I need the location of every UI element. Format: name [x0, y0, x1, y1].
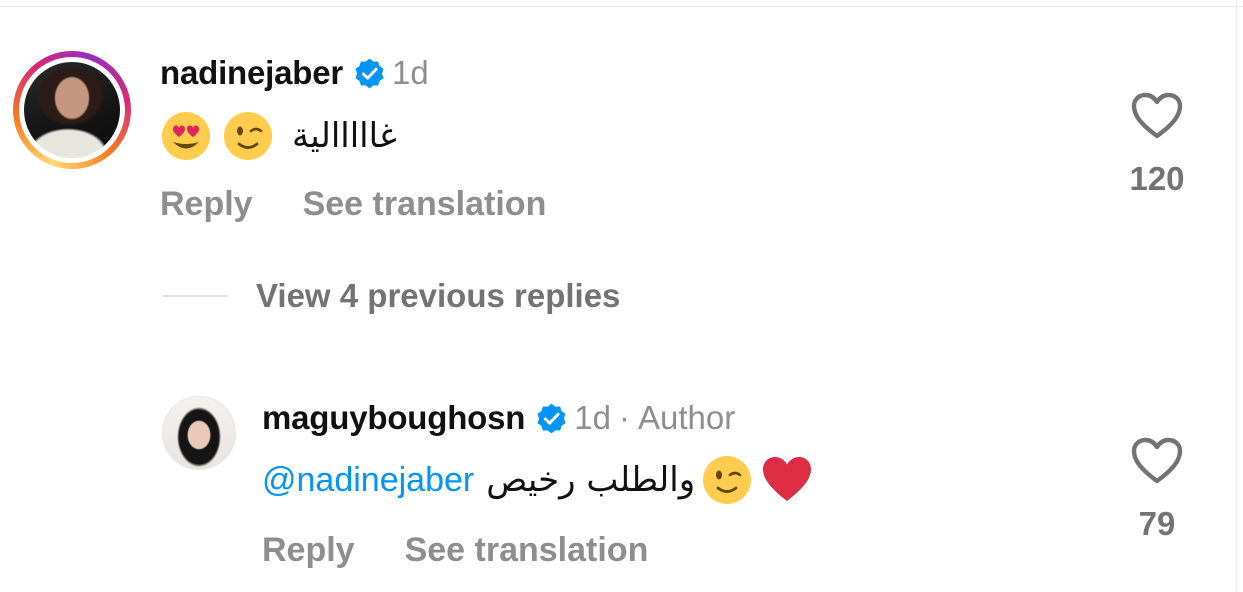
- timestamp: 1d: [392, 54, 429, 91]
- story-ring-avatar[interactable]: [13, 51, 131, 169]
- reply-button[interactable]: Reply: [160, 185, 253, 224]
- like-count: 79: [1138, 505, 1176, 542]
- verified-badge-icon: [537, 403, 566, 433]
- author-badge: Author: [637, 399, 736, 436]
- view-previous-replies-button[interactable]: View 4 previous replies: [162, 274, 620, 318]
- red-heart-emoji-icon: [763, 457, 812, 501]
- like-count: 120: [1129, 160, 1185, 197]
- comment-header: maguyboughosn 1d · Author: [262, 396, 735, 440]
- like-control: 120: [1122, 92, 1192, 198]
- view-replies-label: View 4 previous replies: [256, 277, 621, 314]
- username[interactable]: maguyboughosn: [262, 399, 525, 437]
- comment-body: غااااالية: [292, 116, 397, 156]
- comment-actions: Reply See translation: [262, 526, 648, 574]
- top-divider: [0, 0, 1243, 7]
- heart-icon[interactable]: [1131, 437, 1183, 485]
- see-translation-button[interactable]: See translation: [405, 531, 649, 570]
- reply-thread-line: [162, 295, 228, 297]
- reply-button[interactable]: Reply: [262, 531, 355, 570]
- comment-text: @nadinejaber والطلب رخيص: [262, 452, 821, 508]
- avatar[interactable]: [162, 396, 236, 470]
- username[interactable]: nadinejaber: [160, 54, 343, 92]
- meta-separator: ·: [618, 399, 630, 436]
- winking-face-emoji-icon: [224, 112, 272, 160]
- comment-actions: Reply See translation: [160, 180, 546, 228]
- avatar: [24, 62, 120, 158]
- comment-body: والطلب رخيص: [486, 460, 696, 500]
- heart-eyes-emoji-icon: [162, 112, 210, 160]
- winking-face-emoji-icon: [703, 456, 752, 504]
- mention-link[interactable]: @nadinejaber: [262, 461, 474, 500]
- timestamp: 1d: [574, 399, 611, 436]
- see-translation-button[interactable]: See translation: [303, 185, 547, 224]
- comment-text: غااااالية: [160, 108, 397, 164]
- right-edge-divider: [1236, 0, 1243, 592]
- heart-icon[interactable]: [1131, 92, 1183, 140]
- comment-header: nadinejaber 1d: [160, 50, 429, 96]
- like-control: 79: [1122, 437, 1192, 543]
- verified-badge-icon: [355, 58, 384, 88]
